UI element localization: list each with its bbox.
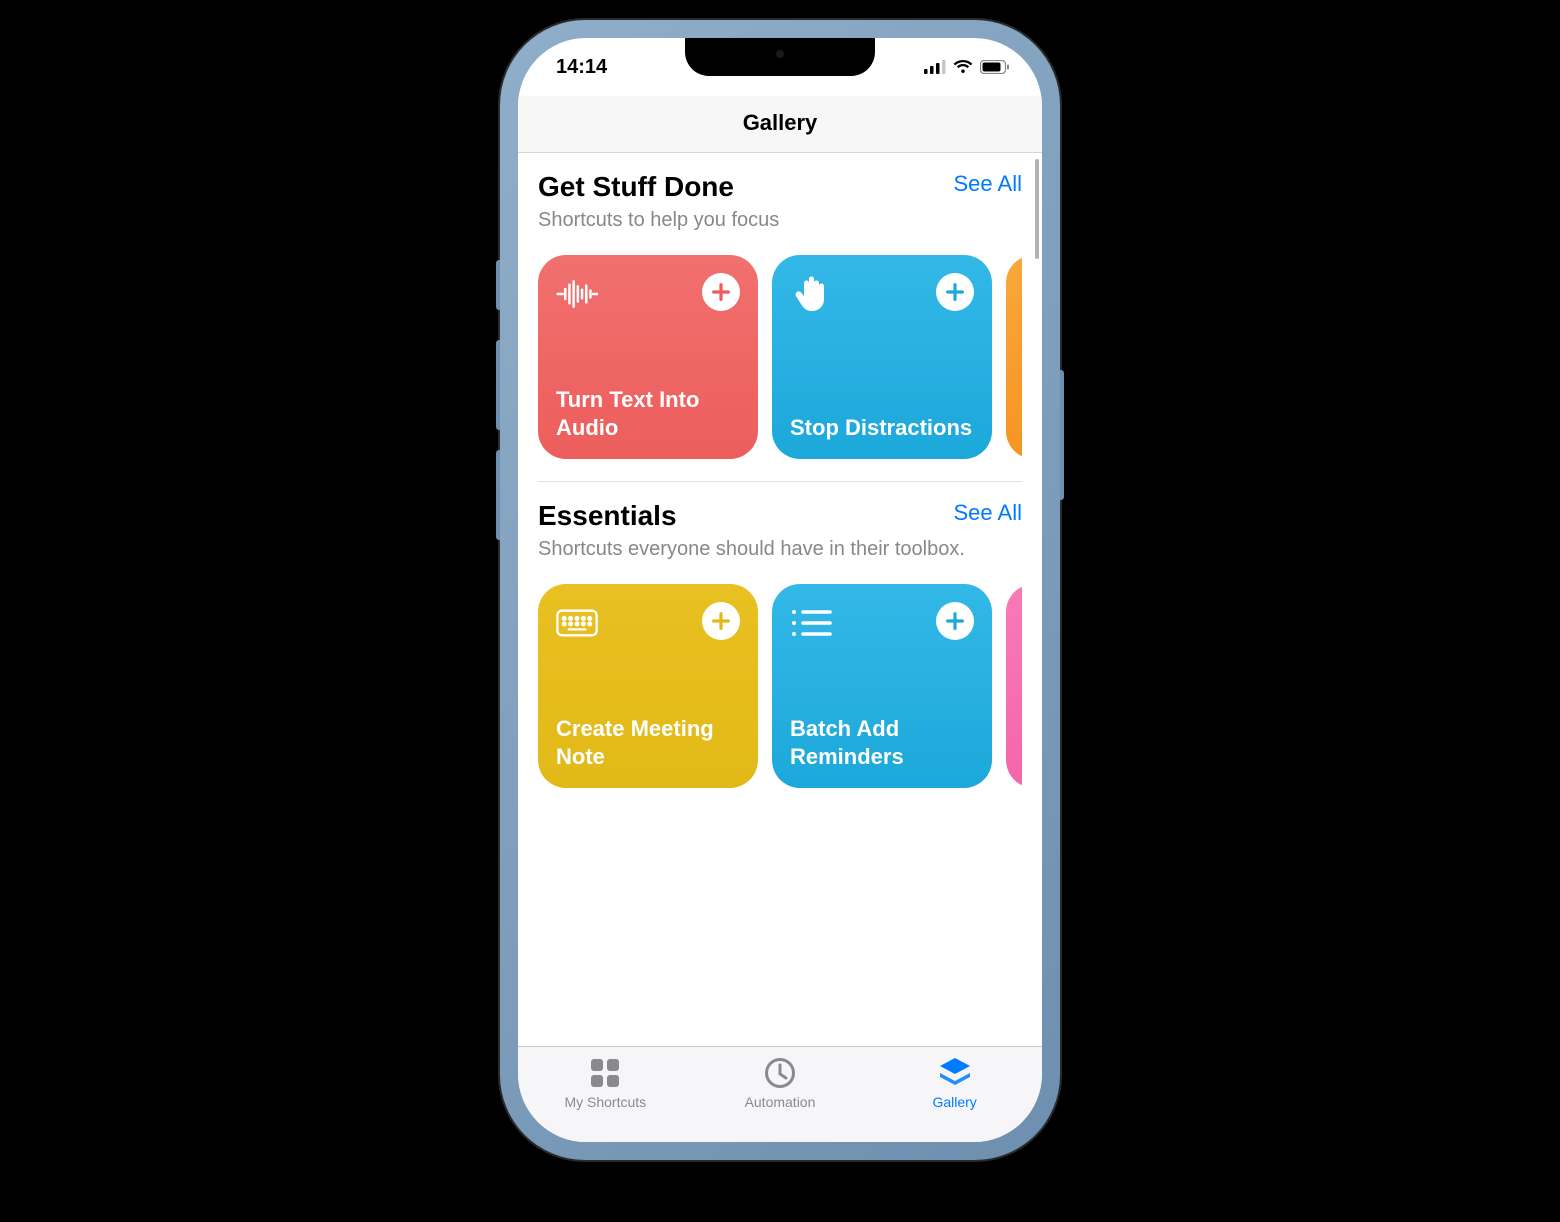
section-title: Essentials: [538, 500, 677, 532]
status-time: 14:14: [556, 56, 607, 79]
card-title: Create Meeting Note: [556, 715, 740, 770]
add-button[interactable]: [936, 602, 974, 640]
tab-label: Automation: [745, 1094, 816, 1110]
add-button[interactable]: [702, 273, 740, 311]
shortcut-card-create-meeting-note[interactable]: Create Meeting Note: [538, 584, 758, 788]
section-essentials: Essentials See All Shortcuts everyone sh…: [518, 482, 1042, 788]
grid-icon: [587, 1055, 623, 1091]
content[interactable]: Get Stuff Done See All Shortcuts to help…: [518, 153, 1042, 1046]
card-title: Turn Text Into Audio: [556, 386, 740, 441]
tab-bar: My Shortcuts Automation Gallery: [518, 1046, 1042, 1142]
shortcut-card-turn-text-into-audio[interactable]: Turn Text Into Audio: [538, 255, 758, 459]
cellular-icon: [924, 60, 946, 74]
scroll-indicator[interactable]: [1035, 159, 1039, 259]
screen: 14:14 Gallery Get Stuff Done See All Sho…: [518, 38, 1042, 1142]
card-row[interactable]: Create Meeting Note Batch Add Reminders: [538, 584, 1022, 788]
tab-gallery[interactable]: Gallery: [885, 1055, 1025, 1110]
see-all-link[interactable]: See All: [954, 500, 1023, 526]
section-subtitle: Shortcuts to help you focus: [538, 207, 1022, 233]
add-button[interactable]: [702, 602, 740, 640]
tab-label: My Shortcuts: [564, 1094, 646, 1110]
nav-header: Gallery: [518, 96, 1042, 153]
hand-icon: [790, 273, 832, 315]
clock-icon: [762, 1055, 798, 1091]
card-title: Stop Distractions: [790, 414, 974, 442]
tab-label: Gallery: [932, 1094, 976, 1110]
shortcut-card-batch-add-reminders[interactable]: Batch Add Reminders: [772, 584, 992, 788]
add-button[interactable]: [936, 273, 974, 311]
waveform-icon: [556, 273, 598, 315]
section-title: Get Stuff Done: [538, 171, 734, 203]
tab-my-shortcuts[interactable]: My Shortcuts: [535, 1055, 675, 1110]
battery-icon: [980, 60, 1010, 74]
phone-frame: 14:14 Gallery Get Stuff Done See All Sho…: [500, 20, 1060, 1160]
keyboard-icon: [556, 602, 598, 644]
nav-title: Gallery: [518, 110, 1042, 136]
section-get-stuff-done: Get Stuff Done See All Shortcuts to help…: [518, 153, 1042, 459]
shortcut-card-stop-distractions[interactable]: Stop Distractions: [772, 255, 992, 459]
tab-automation[interactable]: Automation: [710, 1055, 850, 1110]
power-button: [1060, 370, 1064, 500]
card-row[interactable]: Turn Text Into Audio Stop Distractions: [538, 255, 1022, 459]
wifi-icon: [953, 60, 973, 74]
card-title: Batch Add Reminders: [790, 715, 974, 770]
shortcut-card-peek[interactable]: [1006, 584, 1022, 788]
see-all-link[interactable]: See All: [954, 171, 1023, 197]
section-subtitle: Shortcuts everyone should have in their …: [538, 536, 1022, 562]
volume-up-button: [496, 340, 500, 430]
shortcut-card-peek[interactable]: [1006, 255, 1022, 459]
list-icon: [790, 602, 832, 644]
status-icons: [924, 60, 1010, 74]
notch: [685, 38, 875, 76]
volume-down-button: [496, 450, 500, 540]
layers-icon: [937, 1055, 973, 1091]
